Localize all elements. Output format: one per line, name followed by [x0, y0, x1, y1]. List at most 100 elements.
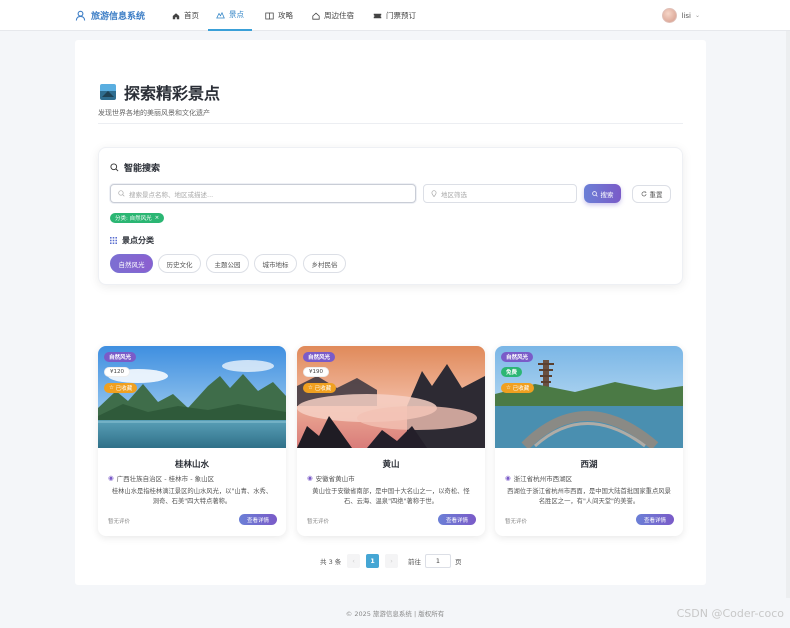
reset-button[interactable]: 重置: [632, 185, 671, 203]
scrollbar[interactable]: [786, 31, 790, 598]
category-badge: 自然风光: [501, 352, 534, 362]
search-panel-title: 智能搜索: [110, 161, 160, 174]
nav-item-guide[interactable]: 攻略: [257, 0, 301, 31]
chevron-down-icon: ⌄: [694, 12, 700, 19]
nav-item-tickets[interactable]: 门票预订: [365, 0, 424, 31]
watermark: CSDN @Coder-coco: [676, 607, 784, 620]
house-icon: [312, 12, 320, 20]
search-panel: 智能搜索 搜索景点名称、地区或描述... 地区筛选 搜索 重置 分类: 自然风光…: [98, 147, 683, 285]
nav-item-lodging[interactable]: 周边住宿: [304, 0, 362, 31]
scenic-description: 西湖位于浙江省杭州市西面，是中国大陆首批国家重点风景名胜区之一，有"人间天堂"的…: [507, 488, 671, 505]
username: lisi: [681, 11, 691, 20]
page-title: 探索精彩景点: [100, 80, 220, 104]
avatar: [662, 8, 678, 23]
category-chip-landmark[interactable]: 城市地标: [254, 254, 297, 273]
view-details-button[interactable]: 查看详情: [438, 514, 476, 525]
pagination-total: 共 3 条: [320, 558, 342, 566]
home-icon: [172, 12, 180, 19]
view-details-button[interactable]: 查看详情: [636, 514, 674, 525]
category-title-text: 景点分类: [122, 236, 154, 245]
view-details-button[interactable]: 查看详情: [239, 514, 277, 525]
region-filter-input[interactable]: 地区筛选: [423, 184, 577, 203]
active-filter-text: 分类: 自然风光: [115, 216, 152, 222]
category-badge: 自然风光: [303, 352, 336, 362]
nav-item-label: 首页: [184, 11, 199, 20]
brand[interactable]: 旅游信息系统: [75, 9, 145, 22]
rating-text: 暂无评价: [505, 519, 528, 525]
star-icon: ☆: [506, 385, 511, 391]
book-icon: [265, 12, 274, 19]
favorited-badge: ☆ 已收藏: [501, 383, 535, 393]
location-text: 广西壮族自治区 - 桂林市 - 象山区: [116, 475, 215, 483]
ticket-icon: [373, 13, 382, 18]
nav-item-label: 周边住宿: [324, 11, 354, 20]
nav-item-home[interactable]: 首页: [164, 0, 207, 31]
footer: © 2025 旅游信息系统 | 版权所有: [345, 610, 445, 618]
price-badge: ¥120: [104, 367, 130, 377]
category-chip-history[interactable]: 历史文化: [158, 254, 201, 273]
search-title-text: 智能搜索: [124, 164, 161, 174]
nav-item-label: 攻略: [278, 11, 293, 20]
favorited-badge: ☆ 已收藏: [303, 383, 337, 393]
goto-page-input[interactable]: 1: [425, 554, 451, 568]
close-icon[interactable]: ×: [155, 215, 160, 221]
location-pin-icon: ◉: [108, 474, 114, 482]
scenic-name: 黄山: [382, 460, 400, 470]
location-pin-icon: [431, 190, 437, 197]
page-number-current[interactable]: 1: [366, 554, 379, 568]
category-title: 景点分类: [110, 235, 154, 246]
favorited-label: 已收藏: [512, 386, 530, 392]
search-icon: [110, 163, 119, 172]
landscape-icon: [100, 84, 116, 100]
search-button-label: 搜索: [600, 190, 614, 199]
favorited-label: 已收藏: [314, 386, 332, 392]
brand-name: 旅游信息系统: [91, 12, 146, 22]
chevron-left-icon: ‹: [352, 557, 355, 565]
category-badge: 自然风光: [104, 352, 137, 362]
user-menu[interactable]: lisi ⌄: [662, 8, 700, 23]
page-unit-label: 页: [455, 558, 462, 566]
scenic-card[interactable]: 自然风光 ¥120 ☆ 已收藏 桂林山水 ◉ 广西壮族自治区 - 桂林市 - 象山…: [98, 346, 286, 536]
region-placeholder: 地区筛选: [441, 190, 467, 199]
category-chip-nature[interactable]: 自然风光: [110, 254, 153, 273]
reset-button-label: 重置: [649, 191, 663, 199]
scenic-card[interactable]: 自然风光 免费 ☆ 已收藏 西湖 ◉ 浙江省杭州市西湖区 西湖位于浙江省杭州市西面…: [495, 346, 683, 536]
goto-label: 前往: [408, 558, 421, 566]
location-pin-icon: ◉: [505, 474, 511, 482]
nav-item-label: 景点: [229, 10, 244, 19]
star-icon: ☆: [109, 385, 114, 391]
category-chip-theme-park[interactable]: 主题公园: [206, 254, 249, 273]
active-filter-tag: 分类: 自然风光 ×: [110, 213, 165, 223]
scenic-description: 桂林山水是指桂林漓江景区的山水风光，以"山青、水秀、洞奇、石美"四大特点著称。: [111, 488, 273, 505]
top-navbar: 旅游信息系统 首页 景点 攻略 周边住宿 门票预订 lisi ⌄: [0, 0, 790, 31]
category-chip-rural[interactable]: 乡村民俗: [303, 254, 346, 273]
scenic-card[interactable]: 自然风光 ¥190 ☆ 已收藏 黄山 ◉ 安徽省黄山市 黄山位于安徽省南部，是中国…: [297, 346, 485, 536]
page-subtitle: 发现世界各地的美丽风景和文化遗产: [98, 109, 210, 117]
rating-text: 暂无评价: [108, 519, 131, 525]
scenic-icon: [216, 11, 225, 18]
user-logo-icon: [75, 10, 86, 21]
rating-text: 暂无评价: [307, 519, 330, 525]
keyword-search-input[interactable]: 搜索景点名称、地区或描述...: [110, 184, 416, 203]
refresh-icon: [641, 191, 646, 197]
next-page-button[interactable]: ›: [385, 554, 398, 568]
location-text: 安徽省黄山市: [315, 475, 355, 483]
search-icon: [591, 190, 598, 197]
scenic-name: 西湖: [580, 460, 598, 470]
price-badge: 免费: [501, 367, 523, 377]
search-button[interactable]: 搜索: [584, 184, 621, 203]
favorited-badge: ☆ 已收藏: [104, 383, 138, 393]
nav-item-label: 门票预订: [386, 11, 416, 20]
scenic-name: 桂林山水: [174, 460, 209, 470]
scenic-location: ◉ 广西壮族自治区 - 桂林市 - 象山区: [108, 473, 214, 483]
scenic-location: ◉ 浙江省杭州市西湖区: [505, 473, 572, 483]
keyword-placeholder: 搜索景点名称、地区或描述...: [129, 190, 214, 199]
nav-item-scenic[interactable]: 景点: [208, 0, 252, 31]
location-text: 浙江省杭州市西湖区: [513, 475, 573, 483]
chevron-right-icon: ›: [390, 557, 393, 565]
scenic-location: ◉ 安徽省黄山市: [307, 473, 355, 483]
favorited-label: 已收藏: [115, 386, 133, 392]
prev-page-button[interactable]: ‹: [347, 554, 360, 568]
price-badge: ¥190: [303, 367, 329, 377]
scenic-description: 黄山位于安徽省南部，是中国十大名山之一，以奇松、怪石、云海、温泉"四绝"著称于世…: [312, 488, 470, 505]
